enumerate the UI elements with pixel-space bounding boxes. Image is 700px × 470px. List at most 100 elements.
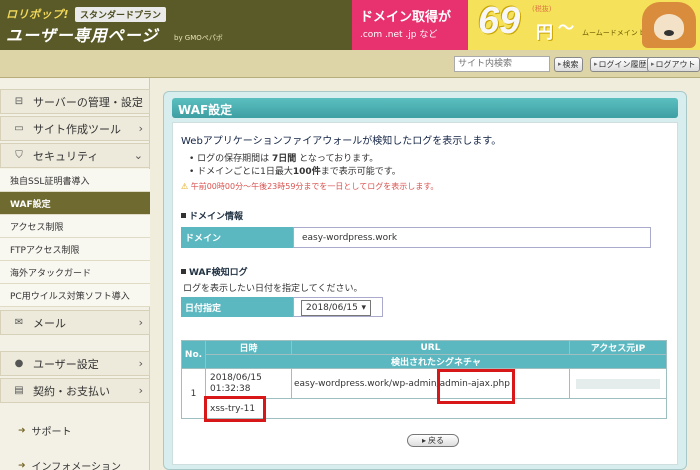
row-url-prefix: easy-wordpress.work/wp-admin/ <box>294 378 440 389</box>
sidebar-item-server[interactable]: ⊟ サーバーの管理・設定 › <box>0 89 150 114</box>
sidebar-item-antivirus[interactable]: PC用ウイルス対策ソフト導入 <box>0 284 150 307</box>
log-instruction: ログを表示したい日付を指定してください。 <box>183 284 363 294</box>
bullet2-pre: ドメインごとに1日最大 <box>197 167 293 177</box>
banner-subtitle: .com .net .jp など <box>360 30 438 40</box>
sidebar-item-security[interactable]: ⛉ セキュリティ ⌄ <box>0 143 150 168</box>
sidebar-item-access-limit[interactable]: アクセス制限 <box>0 215 150 238</box>
chevron-right-icon: › <box>138 122 143 135</box>
sidebar-item-label: ユーザー設定 <box>33 357 99 371</box>
domain-section-heading: ドメイン情報 <box>181 209 243 222</box>
sidebar-item-waf[interactable]: WAF設定 <box>0 192 150 215</box>
dropdown-arrow-icon: ▾ <box>361 303 366 313</box>
mail-icon: ✉ <box>14 317 24 328</box>
log-section-heading: WAF検知ログ <box>181 265 248 278</box>
chevron-right-icon: › <box>138 316 143 329</box>
sidebar-item-ssl[interactable]: 独自SSL証明書導入 <box>0 169 150 192</box>
billing-icon: ▤ <box>14 385 24 396</box>
banner-left: ドメイン取得が .com .net .jp など <box>352 0 468 50</box>
sidebar-item-label: メール <box>33 316 66 330</box>
row-url-file: admin-ajax.php <box>439 378 510 389</box>
sidebar-item-user-settings[interactable]: ● ユーザー設定 › <box>0 351 150 376</box>
col-ip-header: アクセス元IP <box>569 340 667 355</box>
bullet-dot: • <box>189 154 198 164</box>
row-date: 2018/06/15 <box>210 372 262 383</box>
retention-bullet: • ログの保存期間は 7日間 となっております。 <box>189 151 378 164</box>
section-label: ドメイン情報 <box>189 212 244 222</box>
section-label: WAF検知ログ <box>189 268 248 278</box>
sidebar: ⊟ サーバーの管理・設定 › ▭ サイト作成ツール › ⛉ セキュリティ ⌄ 独… <box>0 78 150 470</box>
row-ip <box>569 368 667 399</box>
sidebar-item-billing[interactable]: ▤ 契約・お支払い › <box>0 378 150 403</box>
chevron-right-icon: › <box>138 95 143 108</box>
sidebar-link-support[interactable]: ➜ サポート <box>18 423 72 439</box>
col-datetime-header: 日時 <box>205 340 292 355</box>
banner-right: 69 (税抜) 円 〜 ムームードメイン by GMOペパボ <box>468 0 700 50</box>
sidebar-item-label: セキュリティ <box>33 149 99 163</box>
sidebar-item-attack-guard[interactable]: 海外アタックガード <box>0 261 150 284</box>
login-history-button[interactable]: ▸ ログイン履歴 <box>590 57 651 72</box>
domain-ad-banner[interactable]: ドメイン取得が .com .net .jp など 69 (税抜) 円 〜 ムーム… <box>352 0 700 50</box>
server-icon: ⊟ <box>14 96 24 107</box>
col-no-header: No. <box>181 340 206 369</box>
search-button[interactable]: ▸ 検索 <box>554 57 583 72</box>
ip-redacted <box>576 378 660 389</box>
warning-icon: ⚠ <box>181 182 191 191</box>
arrow-right-icon: ➜ <box>18 425 26 436</box>
main-panel: WAF設定 Webアプリケーションファイアウォールが検知したログを表示します。 … <box>163 91 687 470</box>
chevron-right-icon: ▸ <box>421 436 426 445</box>
bullet2-post: まで表示可能です。 <box>320 167 401 177</box>
square-bullet-icon <box>181 213 186 218</box>
chevron-down-icon: ⌄ <box>133 149 143 162</box>
row-time: 01:32:38 <box>210 383 251 394</box>
logo-top: ロリポップ! スタンダードプラン <box>6 6 167 22</box>
warning-text: ⚠ 午前00時00分～午後23時59分までを一日としてログを表示します。 <box>181 181 438 192</box>
banner-tax-note: (税抜) <box>532 5 552 13</box>
login-history-label: ログイン履歴 <box>598 60 647 69</box>
laptop-icon: ▭ <box>14 123 24 134</box>
row-signature: xss-try-11 <box>205 398 667 419</box>
row-no: 1 <box>181 368 206 419</box>
bullet2-em: 100件 <box>292 167 321 177</box>
page-logo-title[interactable]: ユーザー専用ページ <box>6 22 158 46</box>
table-row: 1 2018/06/15 01:32:38 easy-wordpress.wor… <box>181 368 667 419</box>
date-label: 日付指定 <box>181 297 293 317</box>
logout-button[interactable]: ▸ ログアウト <box>647 57 700 72</box>
col-url-header: URL <box>291 340 570 355</box>
col-signature-header: 検出されたシグネチャ <box>205 354 667 369</box>
bullet-dot: • <box>189 167 198 177</box>
sidebar-item-label: サイト作成ツール <box>33 122 121 136</box>
site-search-input[interactable] <box>454 56 550 72</box>
banner-price: 69 <box>478 0 521 42</box>
banner-yen: 円 <box>536 23 553 43</box>
chevron-right-icon: › <box>138 357 143 370</box>
arrow-right-icon: ➜ <box>18 460 26 470</box>
square-bullet-icon <box>181 269 186 274</box>
sidebar-item-mail[interactable]: ✉ メール › <box>0 310 150 335</box>
brand-logo[interactable]: ロリポップ! <box>6 6 69 22</box>
date-select[interactable]: 2018/06/15 ▾ <box>301 300 371 316</box>
warning-message: 午前00時00分～午後23時59分までを一日としてログを表示します。 <box>190 182 439 191</box>
logout-label: ログアウト <box>655 60 696 69</box>
plan-badge: スタンダードプラン <box>75 6 167 22</box>
sidebar-link-label: サポート <box>31 427 72 438</box>
sidebar-item-label: 契約・お支払い <box>33 384 110 398</box>
chevron-right-icon: ▸ <box>651 60 655 68</box>
sidebar-link-info[interactable]: ➜ インフォメーション <box>18 458 121 470</box>
row-datetime: 2018/06/15 01:32:38 <box>205 368 292 399</box>
dog-mascot-icon <box>642 2 696 48</box>
intro-text: Webアプリケーションファイアウォールが検知したログを表示します。 <box>181 136 502 147</box>
user-icon: ● <box>14 358 24 369</box>
sidebar-item-label: サーバーの管理・設定 <box>33 95 143 109</box>
chevron-right-icon: › <box>138 384 143 397</box>
chevron-right-icon: ▸ <box>558 60 562 68</box>
sidebar-item-site-tools[interactable]: ▭ サイト作成ツール › <box>0 116 150 141</box>
back-button[interactable]: ▸ 戻る <box>407 434 459 447</box>
page-title: WAF設定 <box>172 98 678 118</box>
banner-tilde: 〜 <box>558 18 575 37</box>
date-select-value: 2018/06/15 <box>306 303 358 313</box>
sidebar-item-ftp-limit[interactable]: FTPアクセス制限 <box>0 238 150 261</box>
content-area: Webアプリケーションファイアウォールが検知したログを表示します。 • ログの保… <box>172 122 678 465</box>
search-button-label: 検索 <box>562 60 579 69</box>
bullet1-em: 7日間 <box>272 154 297 164</box>
domain-value: easy-wordpress.work <box>293 227 651 248</box>
